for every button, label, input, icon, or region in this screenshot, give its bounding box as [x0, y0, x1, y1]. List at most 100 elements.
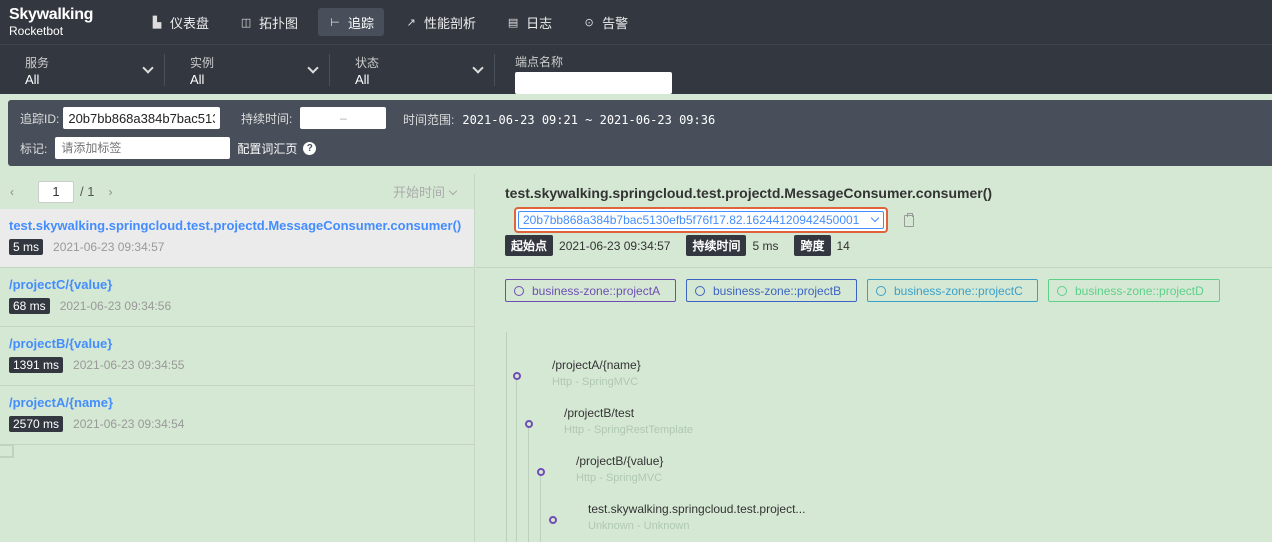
- trace-id-input[interactable]: [63, 107, 221, 129]
- nav-dashboard[interactable]: ▙ 仪表盘: [140, 8, 219, 36]
- zone-label: business-zone::projectA: [532, 283, 661, 298]
- page-total: / 1: [80, 184, 95, 199]
- sort-label: 开始时间: [392, 185, 445, 200]
- span-name: test.skywalking.springcloud.test.project…: [588, 502, 806, 516]
- trace-list-panel: ‹ 1 / 1 › 开始时间 test.skywalking.springclo…: [0, 174, 475, 542]
- copy-icon[interactable]: [904, 213, 914, 227]
- span-row[interactable]: /projectB/test Http - SpringRestTemplate: [564, 406, 693, 436]
- tag-row: 标记: 配置词汇页 ?: [20, 137, 317, 159]
- zone-label: business-zone::projectB: [713, 283, 842, 298]
- topology-icon: ◫: [240, 16, 252, 29]
- trace-detail-panel: test.skywalking.springcloud.test.project…: [476, 174, 1272, 542]
- nav-log[interactable]: ▤ 日志: [496, 8, 562, 36]
- time-range-row: 时间范围: 2021-06-23 09:21 ~ 2021-06-23 09:3…: [403, 111, 715, 128]
- trace-id-select[interactable]: 20b7bb868a384b7bac5130efb5f76f17.82.1624…: [514, 207, 888, 233]
- span-name: /projectB/test: [564, 406, 635, 420]
- span-value: 14: [836, 238, 850, 253]
- chevron-left-icon[interactable]: ‹: [4, 185, 20, 199]
- trace-list-item[interactable]: /projectC/{value} 68 ms 2021-06-23 09:34…: [0, 268, 474, 327]
- tree-guide: [528, 422, 529, 542]
- instance-value: All: [190, 72, 205, 87]
- tree-guide: [540, 470, 541, 542]
- nav-label: 仪表盘: [170, 15, 210, 31]
- trace-meta: 起始点 2021-06-23 09:34:57 持续时间 5 ms 跨度 14: [505, 235, 866, 256]
- nav-alarm[interactable]: ⊙ 告警: [572, 8, 638, 36]
- trace-id-value: 20b7bb868a384b7bac5130efb5f76f17.82.1624…: [523, 213, 860, 227]
- zone-chip-projecta[interactable]: business-zone::projectA: [505, 279, 676, 302]
- search-bar: 追踪ID: 持续时间: – 时间范围: 2021-06-23 09:21 ~ 2…: [8, 100, 1272, 166]
- trace-duration-badge: 2570 ms: [9, 416, 64, 432]
- span-label: 跨度: [794, 235, 831, 256]
- top-bar: Skywalking Rocketbot ▙ 仪表盘 ◫ 拓扑图 ⊢ 追踪 ↗ …: [0, 0, 1272, 44]
- service-value: All: [25, 72, 40, 87]
- span-component: Http - SpringMVC: [552, 376, 639, 388]
- circle-icon: [695, 285, 705, 296]
- nav-topology[interactable]: ◫ 拓扑图: [229, 8, 308, 36]
- trace-id-label: 追踪ID:: [20, 111, 60, 126]
- trace-id-row: 追踪ID:: [20, 107, 221, 129]
- page-input[interactable]: 1: [38, 180, 74, 203]
- tree-guide: [516, 374, 517, 542]
- nav-label: 性能剖析: [424, 15, 477, 31]
- logo-title: Skywalking: [9, 6, 94, 23]
- zone-label: business-zone::projectD: [1075, 283, 1204, 298]
- time-range-label: 时间范围:: [403, 113, 455, 127]
- duration-value: 5 ms: [752, 238, 779, 253]
- circle-icon: [1057, 285, 1067, 296]
- tag-label: 标记:: [20, 141, 48, 156]
- trace-list-item[interactable]: /projectB/{value} 1391 ms 2021-06-23 09:…: [0, 327, 474, 386]
- trace-start-time: 2021-06-23 09:34:56: [59, 299, 172, 313]
- span-row[interactable]: /projectA/{name} Http - SpringMVC: [552, 358, 641, 388]
- config-vocab-link[interactable]: 配置词汇页: [237, 140, 297, 157]
- sort-select[interactable]: 开始时间: [392, 182, 458, 201]
- zone-chip-projectd[interactable]: business-zone::projectD: [1048, 279, 1220, 302]
- chevron-right-icon[interactable]: ›: [102, 185, 118, 199]
- help-icon[interactable]: ?: [303, 141, 317, 155]
- zone-chip-projectc[interactable]: business-zone::projectC: [867, 279, 1038, 302]
- chevron-down-icon: [448, 186, 458, 196]
- logo-subtitle: Rocketbot: [9, 24, 64, 38]
- nav-label: 拓扑图: [259, 15, 299, 31]
- span-name: /projectA/{name}: [552, 358, 641, 372]
- divider: [476, 267, 1272, 268]
- start-value: 2021-06-23 09:34:57: [559, 238, 671, 253]
- profile-icon: ↗: [406, 16, 416, 29]
- status-select[interactable]: 状态 All: [330, 54, 495, 87]
- span-name: /projectB/{value}: [576, 454, 664, 468]
- log-icon: ▤: [507, 16, 519, 29]
- nav-label: 追踪: [348, 15, 375, 31]
- span-row[interactable]: test.skywalking.springcloud.test.project…: [588, 502, 805, 532]
- circle-icon: [514, 285, 524, 296]
- status-value: All: [355, 72, 370, 87]
- span-node-icon: [549, 516, 557, 524]
- filter-bar: 服务 All 实例 All 状态 All 端点名称: [0, 44, 1272, 94]
- duration-input[interactable]: –: [300, 107, 387, 129]
- trace-name: /projectA/{name}: [9, 395, 114, 410]
- span-node-icon: [525, 420, 533, 428]
- instance-select[interactable]: 实例 All: [165, 54, 330, 87]
- time-range-value[interactable]: 2021-06-23 09:21 ~ 2021-06-23 09:36: [462, 113, 715, 127]
- span-row[interactable]: /projectB/{value} Http - SpringMVC: [576, 454, 663, 484]
- span-node-icon: [513, 372, 521, 380]
- tag-input[interactable]: [55, 137, 231, 159]
- endpoint-input[interactable]: [515, 72, 672, 94]
- circle-icon: [876, 285, 886, 296]
- zone-chip-projectb[interactable]: business-zone::projectB: [686, 279, 857, 302]
- trace-duration-badge: 5 ms: [9, 239, 44, 255]
- trace-list-item[interactable]: test.skywalking.springcloud.test.project…: [0, 209, 474, 268]
- endpoint-label: 端点名称: [515, 55, 564, 69]
- trace-start-time: 2021-06-23 09:34:54: [73, 417, 185, 431]
- nav-label: 告警: [602, 15, 629, 31]
- span-component: Http - SpringRestTemplate: [564, 424, 693, 436]
- nav-trace[interactable]: ⊢ 追踪: [318, 8, 385, 36]
- start-label: 起始点: [505, 235, 554, 256]
- nav-profile[interactable]: ↗ 性能剖析: [394, 8, 486, 36]
- trace-icon: ⊢: [330, 16, 340, 29]
- trace-duration-badge: 68 ms: [9, 298, 50, 314]
- service-select[interactable]: 服务 All: [0, 54, 165, 87]
- trace-list-item[interactable]: /projectA/{name} 2570 ms 2021-06-23 09:3…: [0, 386, 474, 445]
- main-nav: ▙ 仪表盘 ◫ 拓扑图 ⊢ 追踪 ↗ 性能剖析 ▤ 日志 ⊙ 告警: [140, 0, 648, 44]
- duration-row: 持续时间: –: [241, 107, 387, 129]
- trace-start-time: 2021-06-23 09:34:55: [73, 358, 185, 372]
- span-component: Http - SpringMVC: [576, 472, 663, 484]
